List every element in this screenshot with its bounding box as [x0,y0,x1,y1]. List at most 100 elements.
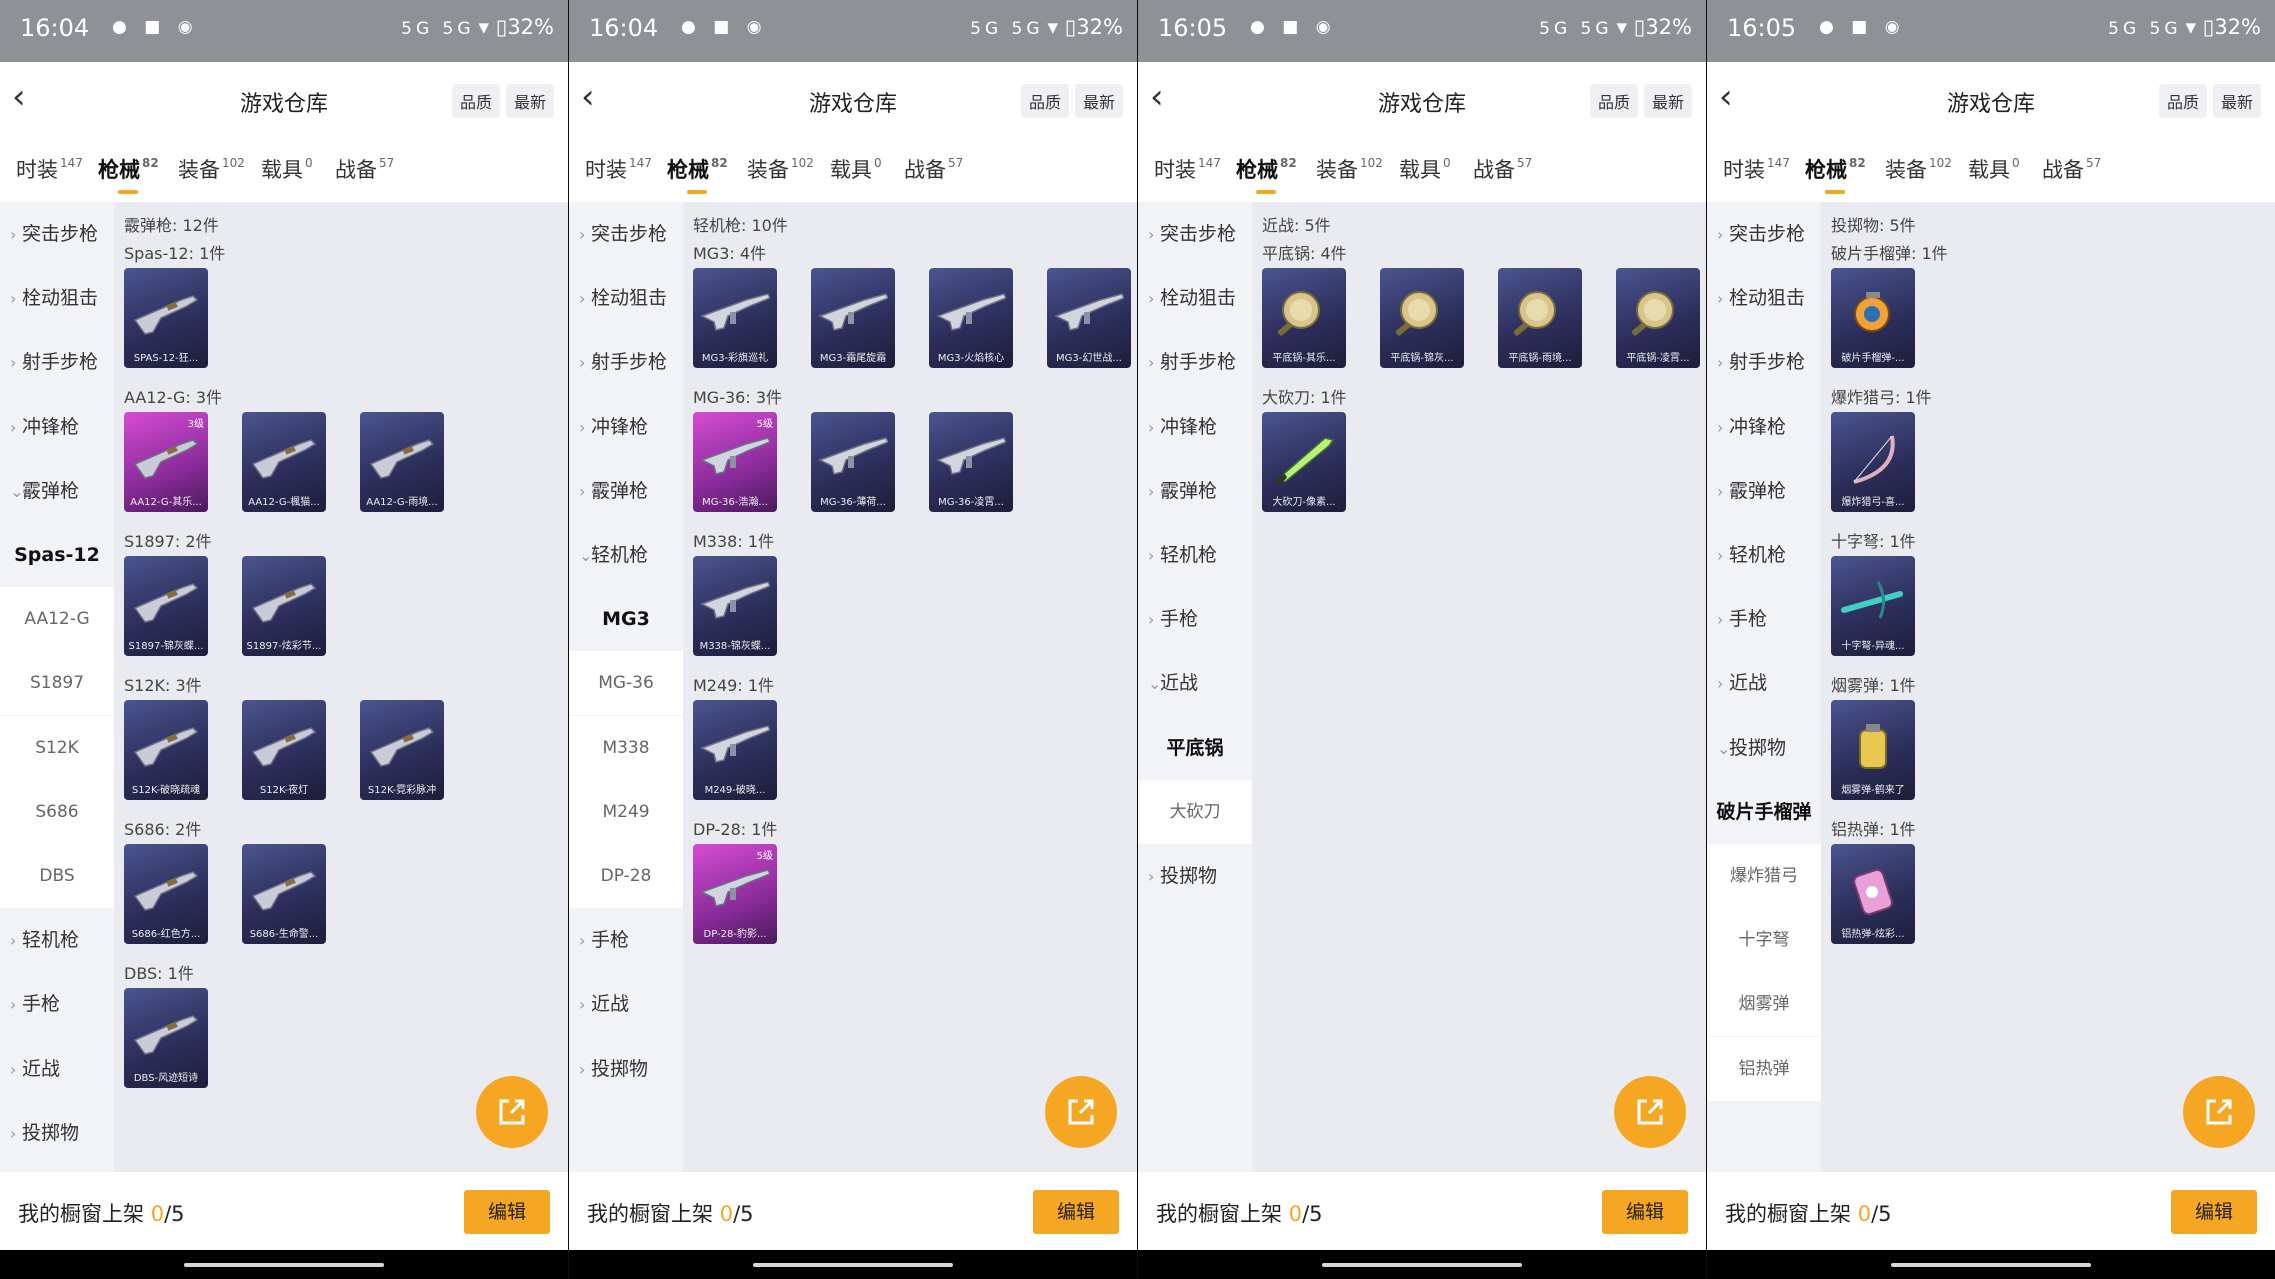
item-card[interactable]: SPAS-12-狂... [124,268,208,368]
tab-5[interactable]: 战备 57 [335,154,394,184]
tab-1[interactable]: 时装 147 [1723,154,1790,184]
item-card[interactable]: 烟雾弹-鹤来了 [1831,700,1915,800]
sidebar-category[interactable]: › 栓动狙击 [0,266,114,330]
sidebar-subcategory[interactable]: 爆炸猎弓 [1707,844,1821,908]
sidebar-category[interactable]: › 轻机枪 [1707,523,1821,587]
sidebar-subcategory[interactable]: AA12-G [0,587,114,651]
home-indicator[interactable] [753,1263,953,1267]
sidebar-category[interactable]: › 手枪 [1138,587,1252,651]
item-card[interactable]: 平底锅-其乐... [1262,268,1346,368]
sidebar-category[interactable]: ⌄霰弹枪 [0,459,114,523]
tab-2[interactable]: 枪械 82 [1236,154,1297,194]
tab-2[interactable]: 枪械 82 [1805,154,1866,194]
tab-2[interactable]: 枪械 82 [98,154,159,194]
edit-button[interactable]: 编辑 [1602,1190,1688,1234]
item-card[interactable]: 大砍刀-像素... [1262,412,1346,512]
sidebar-category[interactable]: › 霰弹枪 [569,459,683,523]
tab-3[interactable]: 装备 102 [1885,154,1952,184]
share-button[interactable] [1045,1076,1117,1148]
item-card[interactable]: MG3-火焰核心 [929,268,1013,368]
sidebar-category[interactable]: › 投掷物 [1138,844,1252,908]
tab-3[interactable]: 装备 102 [747,154,814,184]
sidebar-category[interactable]: › 栓动狙击 [1138,266,1252,330]
sidebar-category[interactable]: ⌄近战 [1138,651,1252,715]
sidebar-category[interactable]: › 手枪 [569,908,683,972]
sidebar-category[interactable]: › 近战 [569,972,683,1036]
sidebar-category[interactable]: › 手枪 [1707,587,1821,651]
home-indicator[interactable] [1322,1263,1522,1267]
sidebar-category[interactable]: › 冲锋枪 [1138,395,1252,459]
sidebar-category[interactable]: › 突击步枪 [569,202,683,266]
item-card[interactable]: S686-红色方... [124,844,208,944]
sort-quality-button[interactable]: 品质 [451,84,500,118]
edit-button[interactable]: 编辑 [1033,1190,1119,1234]
edit-button[interactable]: 编辑 [464,1190,550,1234]
sidebar-category[interactable]: › 投掷物 [569,1037,683,1101]
item-card[interactable]: 破片手榴弹-... [1831,268,1915,368]
home-indicator[interactable] [1891,1263,2091,1267]
sidebar-subcategory[interactable]: DBS [0,844,114,908]
sidebar-category[interactable]: › 霰弹枪 [1707,459,1821,523]
sidebar-category[interactable]: › 栓动狙击 [569,266,683,330]
sidebar-subcategory[interactable]: M249 [569,780,683,844]
item-card[interactable]: MG3-霜尾旋霜 [811,268,895,368]
sidebar-subcategory[interactable]: 平底锅 [1138,716,1252,780]
item-card[interactable]: M249-破晓... [693,700,777,800]
sort-latest-button[interactable]: 最新 [505,84,554,118]
sidebar-category[interactable]: › 手枪 [0,972,114,1036]
item-card[interactable]: MG-36-凌霄... [929,412,1013,512]
edit-button[interactable]: 编辑 [2171,1190,2257,1234]
item-card[interactable]: DBS-风迹短诗 [124,988,208,1088]
item-card[interactable]: AA12-G-雨境... [360,412,444,512]
sidebar-subcategory[interactable]: 破片手榴弹 [1707,780,1821,844]
item-card[interactable]: S12K-破晓疏魂 [124,700,208,800]
item-card[interactable]: AA12-G-楓猫... [242,412,326,512]
sidebar-category[interactable]: ⌄轻机枪 [569,523,683,587]
share-button[interactable] [476,1076,548,1148]
tab-1[interactable]: 时装 147 [585,154,652,184]
tab-3[interactable]: 装备 102 [178,154,245,184]
tab-4[interactable]: 载具 0 [1399,154,1451,184]
sidebar-category[interactable]: › 突击步枪 [1707,202,1821,266]
tab-5[interactable]: 战备 57 [2042,154,2101,184]
sort-quality-button[interactable]: 品质 [1589,84,1638,118]
tab-4[interactable]: 载具 0 [261,154,313,184]
sidebar-category[interactable]: › 射手步枪 [569,330,683,394]
sidebar-subcategory[interactable]: 大砍刀 [1138,780,1252,844]
sidebar-category[interactable]: › 突击步枪 [0,202,114,266]
sidebar-category[interactable]: ⌄投掷物 [1707,716,1821,780]
item-card[interactable]: 爆炸猎弓-喜... [1831,412,1915,512]
sidebar-subcategory[interactable]: MG-36 [569,651,683,715]
sort-latest-button[interactable]: 最新 [2212,84,2261,118]
item-card[interactable]: 铝热弹-炫彩... [1831,844,1915,944]
sort-quality-button[interactable]: 品质 [1020,84,1069,118]
sidebar-category[interactable]: › 轻机枪 [0,908,114,972]
sidebar-category[interactable]: › 投掷物 [0,1101,114,1165]
tab-1[interactable]: 时装 147 [1154,154,1221,184]
item-card[interactable]: 十字弩-异魂... [1831,556,1915,656]
tab-4[interactable]: 载具 0 [1968,154,2020,184]
sidebar-category[interactable]: › 霰弹枪 [1138,459,1252,523]
item-card[interactable]: MG3-彩旗巡礼 [693,268,777,368]
sort-latest-button[interactable]: 最新 [1643,84,1692,118]
item-card[interactable]: 3级 AA12-G-其乐... [124,412,208,512]
sidebar-category[interactable]: › 冲锋枪 [0,395,114,459]
tab-2[interactable]: 枪械 82 [667,154,728,194]
item-card[interactable]: M338-锦灰蝶... [693,556,777,656]
item-card[interactable]: MG3-幻世战... [1047,268,1131,368]
share-button[interactable] [2183,1076,2255,1148]
tab-5[interactable]: 战备 57 [904,154,963,184]
sidebar-category[interactable]: › 射手步枪 [1707,330,1821,394]
sidebar-subcategory[interactable]: M338 [569,716,683,780]
home-indicator[interactable] [184,1263,384,1267]
sidebar-category[interactable]: › 冲锋枪 [569,395,683,459]
sidebar-subcategory[interactable]: S686 [0,780,114,844]
sidebar-subcategory[interactable]: S12K [0,716,114,780]
tab-5[interactable]: 战备 57 [1473,154,1532,184]
sidebar-category[interactable]: › 突击步枪 [1138,202,1252,266]
sidebar-subcategory[interactable]: DP-28 [569,844,683,908]
sidebar-subcategory[interactable]: 十字弩 [1707,908,1821,972]
item-card[interactable]: 平底锅-雨境... [1498,268,1582,368]
item-card[interactable]: S1897-炫彩节... [242,556,326,656]
sidebar-category[interactable]: › 近战 [1707,651,1821,715]
